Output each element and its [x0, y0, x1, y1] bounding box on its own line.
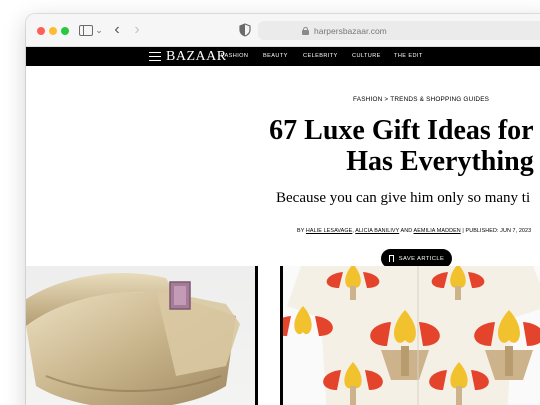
menu-icon[interactable] — [149, 50, 161, 62]
byline-separator: | — [462, 228, 464, 234]
close-window-button[interactable] — [37, 27, 45, 35]
chevron-down-icon[interactable]: ⌄ — [94, 24, 104, 36]
site-nav: BAZAAR FASHION BEAUTY CELEBRITY CULTURE … — [26, 47, 540, 66]
article-dek: Because you can give him only so many ti — [276, 190, 531, 206]
lock-icon — [302, 26, 309, 35]
headline-line-2: Has Everything — [346, 146, 534, 177]
url-text: harpersbazaar.com — [314, 25, 387, 36]
site-logo[interactable]: BAZAAR — [166, 49, 227, 64]
author-link[interactable]: AEMILIA MADDEN — [414, 228, 461, 234]
ring-illustration — [26, 273, 240, 405]
minimize-window-button[interactable] — [49, 27, 57, 35]
product-image-shirt[interactable] — [280, 266, 540, 405]
sidebar-icon[interactable] — [79, 25, 93, 36]
address-bar[interactable]: harpersbazaar.com — [258, 21, 540, 40]
save-article-label: SAVE ARTICLE — [398, 255, 445, 262]
zoom-window-button[interactable] — [61, 27, 69, 35]
nav-item-the-edit[interactable]: THE EDIT — [394, 47, 423, 66]
headline-line-1: 67 Luxe Gift Ideas for the M — [269, 115, 540, 146]
nav-item-fashion[interactable]: FASHION — [221, 47, 248, 66]
article-headline: 67 Luxe Gift Ideas for the M Has Everyth… — [200, 115, 540, 177]
article-content: FASHION > TRENDS & SHOPPING GUIDES 67 Lu… — [26, 66, 540, 405]
byline-and: AND — [400, 228, 413, 234]
bookmark-icon — [388, 255, 394, 264]
shirt-illustration — [283, 266, 540, 405]
publish-date: PUBLISHED: JUN 7, 2023 — [465, 228, 532, 234]
byline: BY HALIE LESAVAGE, ALICIA BANILIVY AND A… — [297, 228, 532, 234]
author-link[interactable]: HALIE LESAVAGE — [306, 228, 352, 234]
forward-icon[interactable]: › — [130, 21, 144, 38]
browser-toolbar: ⌄ ‹ › harpersbazaar.com — [26, 14, 540, 47]
nav-item-beauty[interactable]: BEAUTY — [263, 47, 288, 66]
browser-window: ⌄ ‹ › harpersbazaar.com BAZAAR FASHION B… — [26, 14, 540, 405]
nav-item-culture[interactable]: CULTURE — [352, 47, 381, 66]
byline-prefix: BY — [297, 228, 305, 234]
nav-item-celebrity[interactable]: CELEBRITY — [303, 47, 338, 66]
shield-icon[interactable] — [239, 23, 251, 37]
author-link[interactable]: ALICIA BANILIVY — [355, 228, 399, 234]
back-icon[interactable]: ‹ — [110, 21, 124, 38]
product-image-ring[interactable] — [26, 266, 258, 405]
breadcrumb[interactable]: FASHION > TRENDS & SHOPPING GUIDES — [353, 96, 489, 103]
